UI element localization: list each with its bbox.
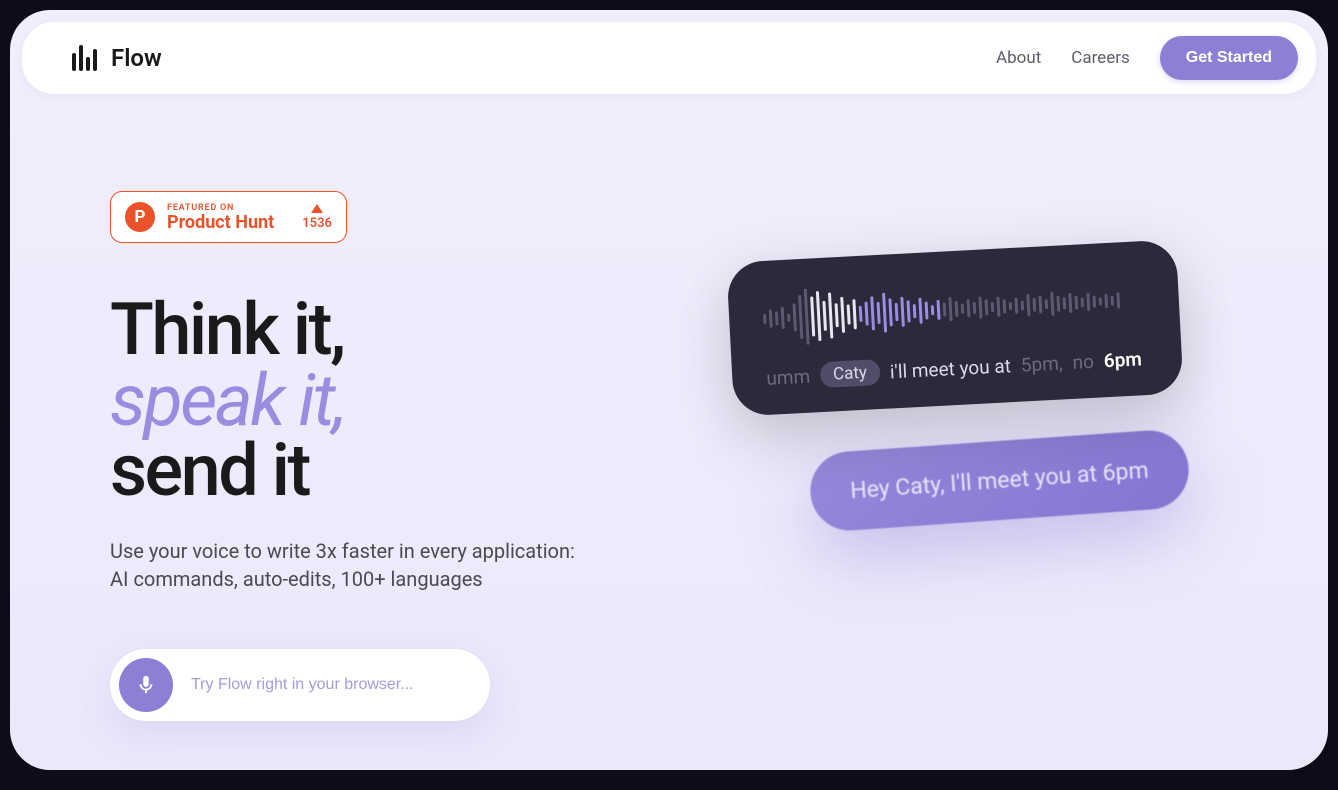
try-flow-container	[110, 649, 490, 721]
headline-line3: send it	[110, 428, 309, 513]
subheadline-line2: AI commands, auto-edits, 100+ languages	[110, 567, 483, 591]
ph-upvote: 1536	[302, 204, 332, 231]
nav-brand[interactable]: Flow	[72, 44, 162, 72]
headline: Think it, speak it, send it	[110, 295, 670, 507]
ph-count: 1536	[302, 216, 332, 231]
try-flow-input[interactable]	[191, 676, 481, 694]
subheadline: Use your voice to write 3x faster in eve…	[110, 537, 670, 593]
trans-time1: 5pm,	[1020, 351, 1063, 376]
nav-link-careers[interactable]: Careers	[1071, 48, 1129, 68]
hero-section: P FEATURED ON Product Hunt 1536 Think it…	[10, 106, 1328, 721]
microphone-icon	[135, 674, 157, 696]
ph-featured-label: FEATURED ON	[167, 203, 274, 213]
navbar: Flow About Careers Get Started	[22, 22, 1316, 94]
trans-time2: 6pm	[1103, 347, 1142, 372]
mic-button[interactable]	[119, 658, 173, 712]
hero-illustration: umm Caty i'll meet you at 5pm, no 6pm He…	[730, 251, 1268, 721]
waveform-icon	[762, 269, 1147, 349]
nav-link-about[interactable]: About	[996, 48, 1041, 68]
trans-name-badge: Caty	[819, 359, 880, 388]
get-started-button[interactable]: Get Started	[1160, 36, 1298, 80]
product-hunt-icon: P	[125, 202, 155, 232]
brand-name: Flow	[111, 44, 162, 72]
trans-umm: umm	[766, 364, 811, 389]
transcription: umm Caty i'll meet you at 5pm, no 6pm	[766, 345, 1149, 391]
voice-card: umm Caty i'll meet you at 5pm, no 6pm	[726, 239, 1183, 416]
subheadline-line1: Use your voice to write 3x faster in eve…	[110, 539, 575, 563]
ph-name: Product Hunt	[167, 214, 274, 232]
nav-right: About Careers Get Started	[996, 36, 1298, 80]
trans-no: no	[1072, 349, 1095, 373]
logo-icon	[72, 45, 97, 71]
message-bubble: Hey Caty, I'll meet you at 6pm	[808, 428, 1191, 533]
product-hunt-badge[interactable]: P FEATURED ON Product Hunt 1536	[110, 191, 347, 243]
trans-part1: i'll meet you at	[889, 354, 1011, 383]
upvote-arrow-icon	[311, 204, 323, 213]
hero-left: P FEATURED ON Product Hunt 1536 Think it…	[110, 191, 670, 721]
